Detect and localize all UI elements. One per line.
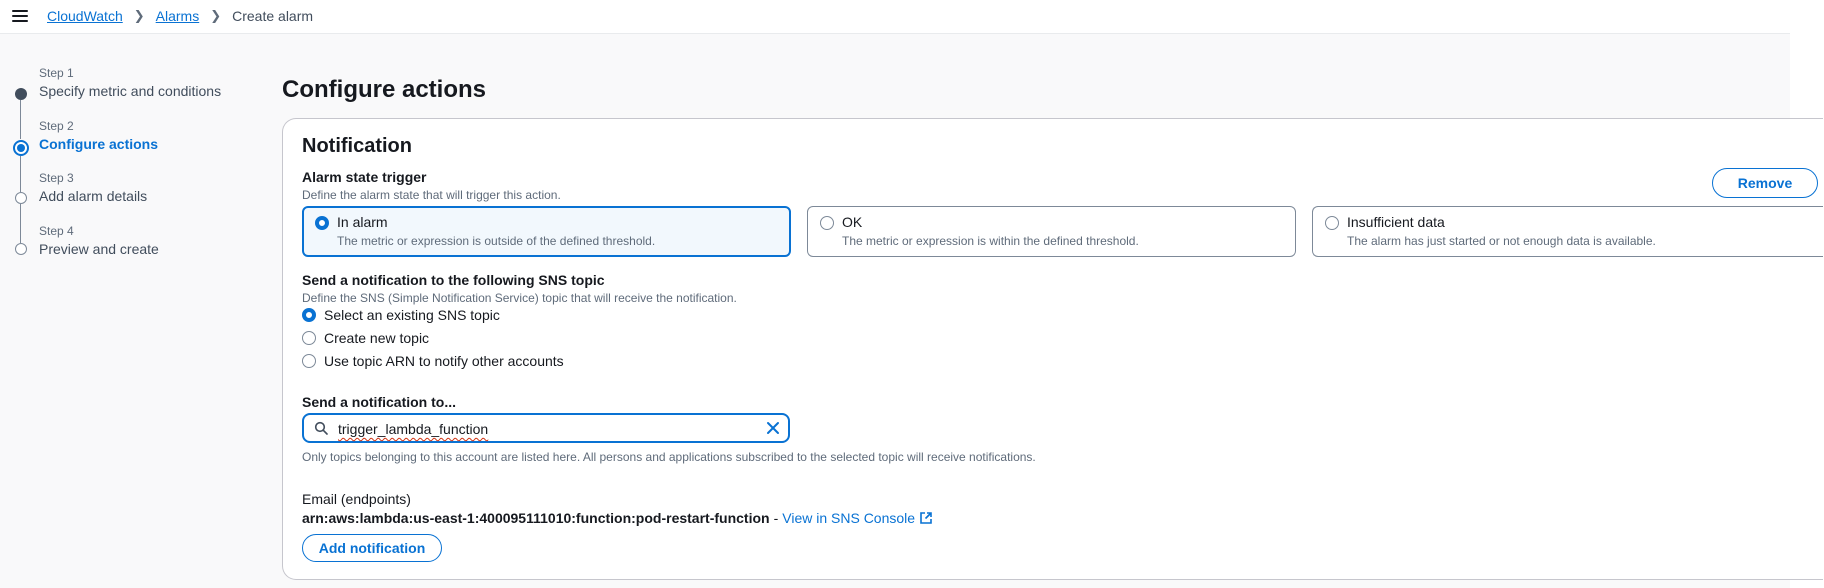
step-connector [20,204,21,243]
step-label: Configure actions [39,136,159,152]
option-title: Insufficient data [1347,214,1445,230]
step-upcoming-icon [15,192,27,204]
sns-topic-description: Define the SNS (Simple Notification Serv… [302,291,737,305]
radio-icon[interactable] [302,354,316,368]
endpoint-row: arn:aws:lambda:us-east-1:400095111010:fu… [302,510,933,526]
endpoint-arn: arn:aws:lambda:us-east-1:400095111010:fu… [302,510,770,526]
chevron-right-icon: ❯ [210,8,222,23]
radio-icon[interactable] [302,331,316,345]
sns-option-topic-arn[interactable]: Use topic ARN to notify other accounts [302,353,564,369]
external-link-icon[interactable] [919,511,933,525]
option-description: The metric or expression is within the d… [842,234,1139,248]
sns-option-create-new[interactable]: Create new topic [302,330,429,346]
option-description: The metric or expression is outside of t… [337,234,656,248]
breadcrumb-cloudwatch[interactable]: CloudWatch [47,8,123,24]
send-to-label: Send a notification to... [302,394,456,410]
step-label: Preview and create [39,241,159,257]
search-icon [314,421,328,435]
search-value: trigger_lambda_function [338,421,489,437]
radio-icon[interactable] [1325,216,1339,230]
radio-icon[interactable] [820,216,834,230]
endpoint-separator: - [773,510,779,526]
radio-selected-icon[interactable] [302,308,316,322]
notification-panel: Notification Remove Alarm state trigger … [282,118,1823,580]
step-upcoming-icon [15,243,27,255]
trigger-option-ok[interactable]: OK The metric or expression is within th… [807,206,1296,257]
sns-topic-label: Send a notification to the following SNS… [302,272,605,288]
add-notification-button[interactable]: Add notification [302,534,442,562]
step-current-icon [13,140,29,156]
step-number: Step 4 [39,224,74,238]
trigger-option-in-alarm[interactable]: In alarm The metric or expression is out… [302,206,791,257]
step-3: Step 3 Add alarm details [39,171,147,204]
radio-selected-icon[interactable] [315,216,329,230]
option-label: Create new topic [324,330,430,346]
panel-title: Notification [302,135,412,157]
alarm-state-trigger-label: Alarm state trigger [302,169,427,185]
page-title: Configure actions [282,76,487,103]
clear-icon[interactable] [766,421,780,435]
step-completed-icon [15,88,27,100]
option-label: Use topic ARN to notify other accounts [324,353,564,369]
step-1[interactable]: Step 1 Specify metric and conditions [39,66,221,99]
trigger-option-insufficient-data[interactable]: Insufficient data The alarm has just sta… [1312,206,1823,257]
breadcrumb-current: Create alarm [232,8,314,24]
option-title: In alarm [337,214,388,230]
step-number: Step 2 [39,119,74,133]
send-to-hint: Only topics belonging to this account ar… [302,450,1036,464]
step-connector [20,156,21,192]
option-description: The alarm has just started or not enough… [1347,234,1656,248]
remove-button[interactable]: Remove [1712,168,1818,198]
top-bar: CloudWatch ❯ Alarms ❯ Create alarm [0,0,1790,34]
sns-topic-search-input[interactable]: trigger_lambda_function [302,413,790,443]
step-4: Step 4 Preview and create [39,224,159,257]
alarm-state-trigger-description: Define the alarm state that will trigger… [302,188,561,202]
step-label: Specify metric and conditions [39,83,222,99]
sns-option-existing[interactable]: Select an existing SNS topic [302,307,500,323]
menu-icon[interactable] [12,8,28,24]
breadcrumb: CloudWatch ❯ Alarms ❯ Create alarm [47,8,313,24]
option-label: Select an existing SNS topic [324,307,500,323]
step-number: Step 1 [39,66,74,80]
endpoints-label: Email (endpoints) [302,491,411,507]
breadcrumb-alarms[interactable]: Alarms [156,8,200,24]
view-in-sns-console-link[interactable]: View in SNS Console [782,510,915,526]
step-label: Add alarm details [39,188,148,204]
step-connector [20,100,21,139]
chevron-right-icon: ❯ [133,8,145,23]
step-2: Step 2 Configure actions [39,119,158,152]
step-number: Step 3 [39,171,74,185]
option-title: OK [842,214,863,230]
